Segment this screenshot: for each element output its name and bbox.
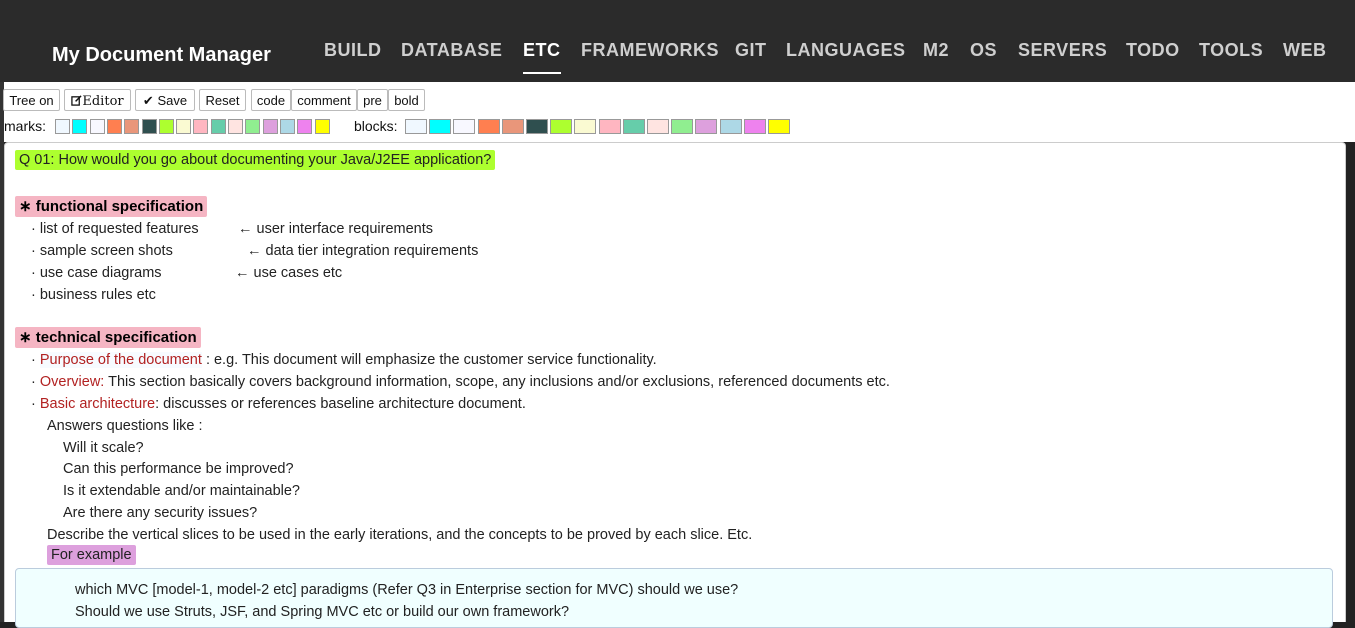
block-color-swatch[interactable] — [550, 119, 573, 134]
reset-button[interactable]: Reset — [199, 89, 246, 111]
bullet: · — [31, 352, 36, 368]
nav-m2[interactable]: M2 — [923, 40, 949, 61]
list-note: ← user interface requirements — [238, 221, 434, 237]
mark-color-swatch[interactable] — [262, 119, 278, 134]
list-item: · list of requested features — [31, 221, 199, 237]
mark-color-swatch[interactable] — [297, 119, 313, 134]
block-color-swatch[interactable] — [405, 119, 427, 134]
mark-color-swatch[interactable] — [245, 119, 261, 134]
block-color-swatch[interactable] — [453, 119, 476, 134]
mark-color-swatch[interactable] — [106, 119, 122, 134]
block-color-swatch[interactable] — [574, 119, 597, 134]
nav-build[interactable]: BUILD — [324, 40, 382, 61]
marks-label: marks: — [4, 118, 46, 134]
nav-git[interactable]: GIT — [735, 40, 767, 61]
edit-icon — [71, 95, 82, 106]
list-item: · use case diagrams — [31, 265, 162, 281]
overview-text: This section basically covers background… — [108, 374, 890, 390]
top-navbar: My Document Manager BUILD DATABASE ETC F… — [0, 0, 1355, 82]
block-color-swatch[interactable] — [768, 119, 790, 134]
editor-button[interactable]: Editor — [64, 89, 131, 111]
nav-os[interactable]: OS — [970, 40, 997, 61]
nav-languages[interactable]: LANGUAGES — [786, 40, 906, 61]
block-color-swatch[interactable] — [647, 119, 669, 134]
nav-web[interactable]: WEB — [1283, 40, 1327, 61]
mark-color-swatch[interactable] — [193, 119, 209, 134]
main-nav: BUILD DATABASE ETC FRAMEWORKS GIT LANGUA… — [0, 40, 1355, 80]
bullet: · — [31, 374, 36, 390]
nav-database[interactable]: DATABASE — [401, 40, 502, 61]
block-color-swatch[interactable] — [526, 119, 548, 134]
list-item: · business rules etc — [31, 287, 156, 303]
block-color-swatch[interactable] — [743, 119, 766, 134]
technical-spec-heading[interactable]: ∗ technical specification — [15, 327, 201, 348]
for-example-label: For example — [47, 545, 136, 565]
mark-color-swatch[interactable] — [89, 119, 105, 134]
describe-line: Describe the vertical slices to be used … — [47, 527, 753, 543]
block-color-swatch[interactable] — [477, 119, 500, 134]
mark-color-swatch[interactable] — [314, 119, 330, 134]
editor-label: Editor — [82, 94, 124, 109]
purpose-text: : e.g. This document will emphasize the … — [205, 352, 657, 368]
bullet: · — [31, 396, 36, 412]
question-heading[interactable]: Q 01: How would you go about documenting… — [15, 150, 496, 170]
mark-color-swatch[interactable] — [210, 119, 226, 134]
architecture-line: · Basic architecture: discusses or refer… — [31, 396, 526, 412]
overview-line: · Overview: This section basically cover… — [31, 374, 890, 390]
code-button[interactable]: code — [251, 89, 291, 111]
comment-button[interactable]: comment — [291, 89, 357, 111]
answers-line: Answers questions like : — [47, 418, 203, 434]
block-line: which MVC [model-1, model-2 etc] paradig… — [75, 582, 739, 598]
mark-color-swatch[interactable] — [72, 119, 88, 134]
mark-color-swatch[interactable] — [141, 119, 157, 134]
pre-button[interactable]: pre — [357, 89, 388, 111]
mark-color-swatch[interactable] — [124, 119, 140, 134]
bold-button[interactable]: bold — [388, 89, 425, 111]
block-color-swatch[interactable] — [501, 119, 524, 134]
check-icon: ✔ — [142, 93, 154, 108]
block-color-swatch[interactable] — [622, 119, 645, 134]
nav-etc-label: ETC — [523, 40, 561, 60]
block-color-swatch[interactable] — [671, 119, 694, 134]
blocks-label: blocks: — [354, 118, 398, 134]
nav-tools[interactable]: TOOLS — [1199, 40, 1263, 61]
purpose-line: · Purpose of the document : e.g. This do… — [31, 352, 657, 368]
save-label: Save — [157, 93, 188, 108]
mark-color-swatch[interactable] — [176, 119, 192, 134]
mark-color-swatch[interactable] — [158, 119, 174, 134]
tree-on-button[interactable]: Tree on — [3, 89, 60, 111]
question-item: Are there any security issues? — [63, 505, 258, 521]
question-item: Can this performance be improved? — [63, 461, 294, 477]
list-note: ← data tier integration requirements — [247, 243, 479, 259]
block-line: Should we use Struts, JSF, and Spring MV… — [75, 604, 570, 620]
overview-label: Overview: — [39, 374, 105, 390]
list-note: ← use cases etc — [235, 265, 343, 281]
nav-etc[interactable]: ETC — [523, 40, 561, 74]
save-button[interactable]: ✔ Save — [135, 89, 195, 111]
nav-todo[interactable]: TODO — [1126, 40, 1180, 61]
nav-servers[interactable]: SERVERS — [1018, 40, 1107, 61]
architecture-label: Basic architecture — [39, 396, 156, 412]
question-item: Will it scale? — [63, 440, 144, 456]
list-item: · sample screen shots — [31, 243, 173, 259]
mark-color-swatch[interactable] — [279, 119, 295, 134]
mark-color-swatch[interactable] — [228, 119, 243, 134]
question-item: Is it extendable and/or maintainable? — [63, 483, 300, 499]
block-color-swatch[interactable] — [695, 119, 718, 134]
architecture-text: : discusses or references baseline archi… — [155, 396, 526, 412]
block-color-swatch[interactable] — [719, 119, 742, 134]
mark-color-swatch[interactable] — [55, 119, 70, 134]
purpose-label: Purpose of the document — [39, 352, 202, 368]
nav-frameworks[interactable]: FRAMEWORKS — [581, 40, 719, 61]
active-tab-underline — [523, 72, 561, 74]
block-color-swatch[interactable] — [598, 119, 621, 134]
functional-spec-heading[interactable]: ∗ functional specification — [15, 196, 208, 217]
block-color-swatch[interactable] — [429, 119, 452, 134]
